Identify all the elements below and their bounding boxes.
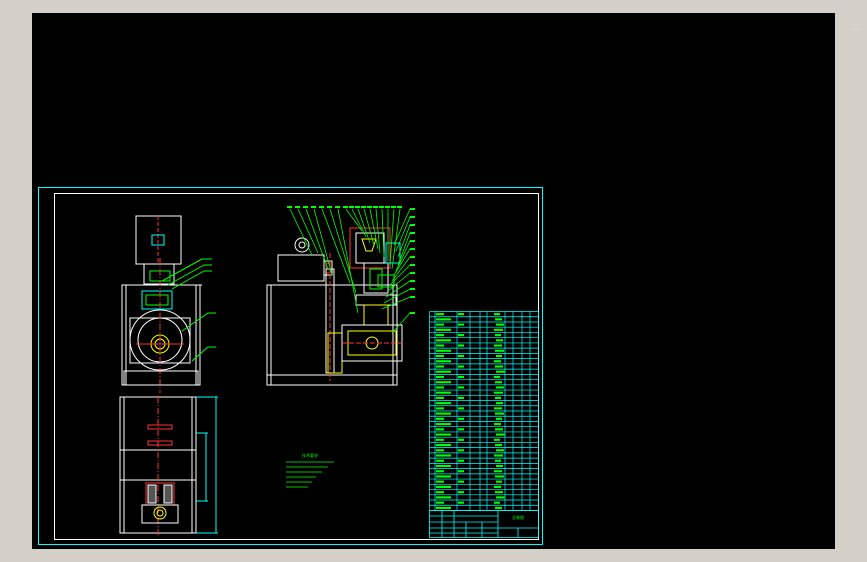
- plan-view: [119, 396, 218, 535]
- viewport-corner-mark: [854, 29, 860, 30]
- cad-model-viewport[interactable]: 技术要求 总装图: [32, 13, 860, 549]
- side-view: [266, 227, 403, 386]
- sheet-inner-border: [54, 193, 539, 540]
- technical-notes: 技术要求: [286, 452, 334, 488]
- sheet-outer-border: [38, 187, 543, 545]
- notes-title: 技术要求: [302, 452, 318, 458]
- front-view: [121, 215, 216, 393]
- title-block-name: 总装图: [512, 514, 524, 520]
- parts-list-table: [429, 311, 539, 511]
- cad-drawing-canvas: 技术要求 总装图: [38, 187, 543, 545]
